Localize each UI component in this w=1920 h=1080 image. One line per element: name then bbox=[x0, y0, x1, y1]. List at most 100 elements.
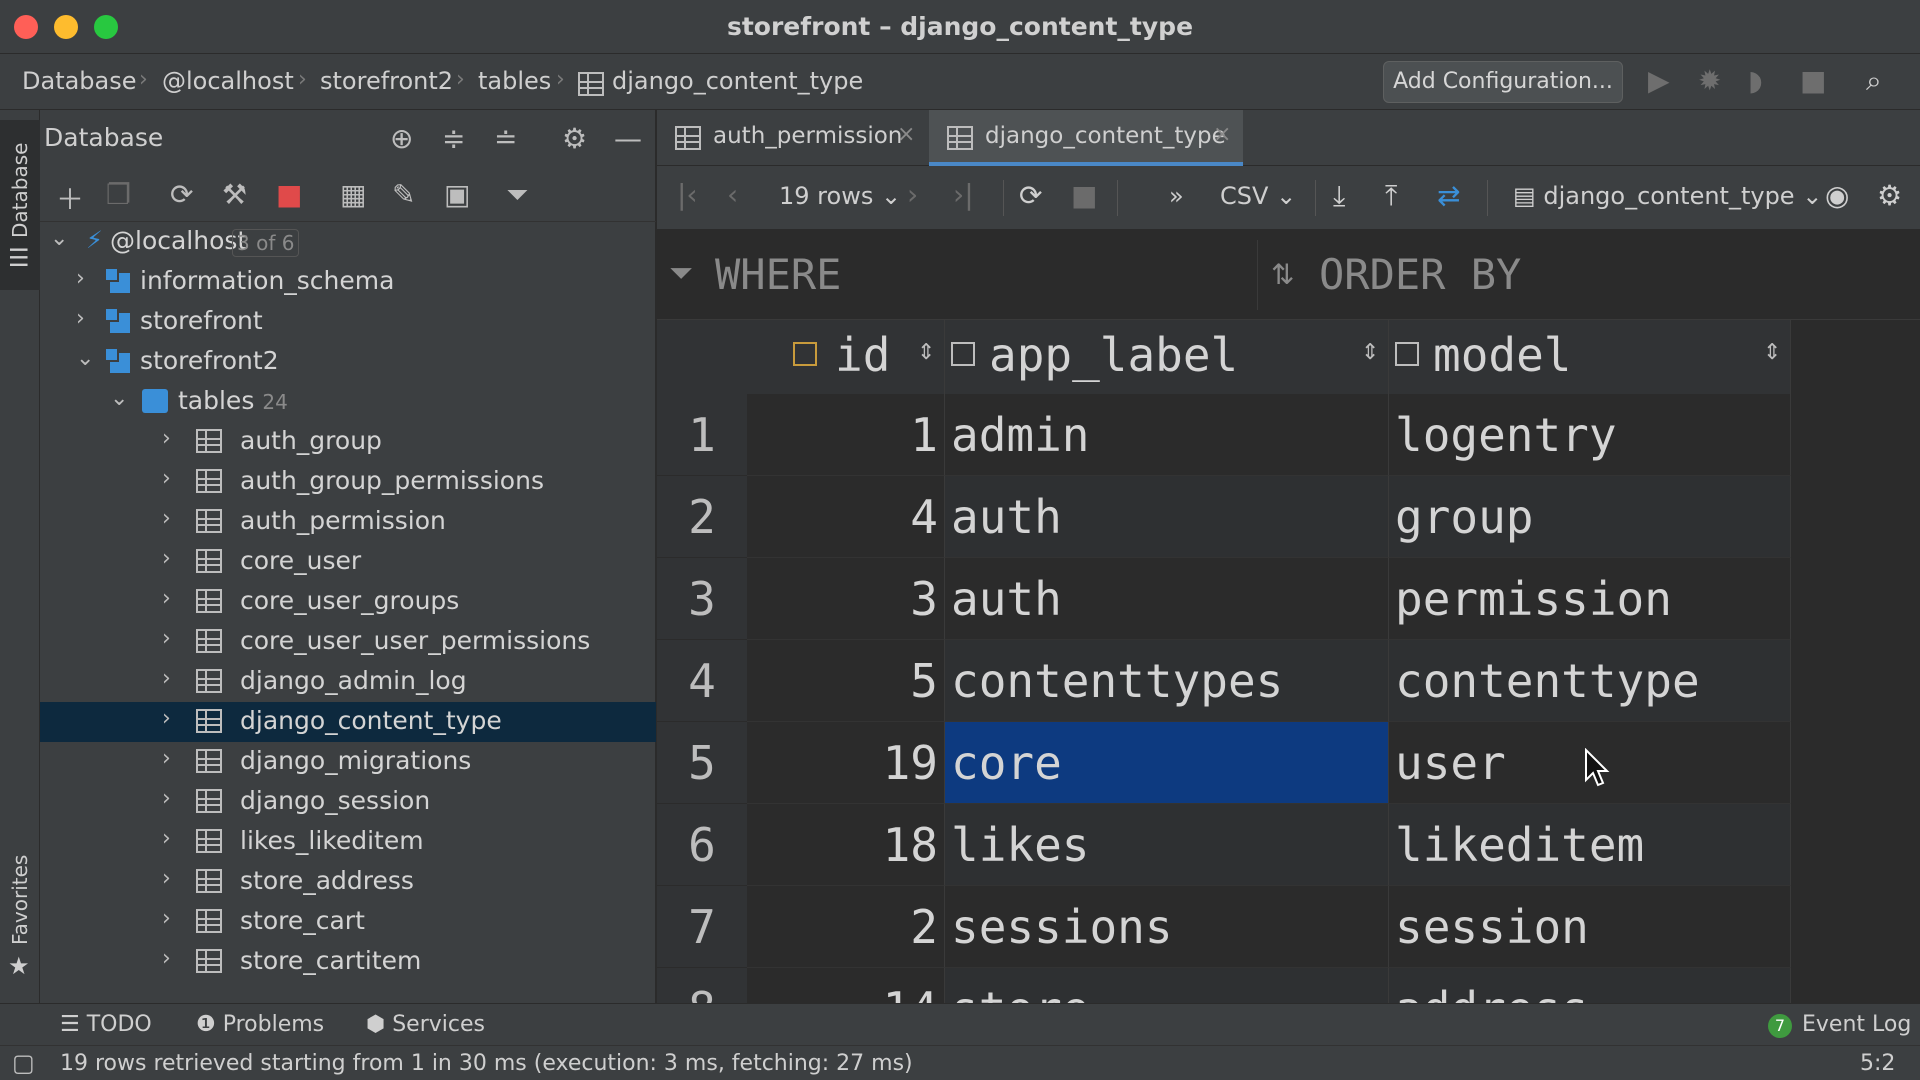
tree-item-table[interactable]: › core_user_user_permissions bbox=[40, 622, 656, 662]
locate-icon[interactable]: ⊕ bbox=[390, 122, 413, 155]
row-number[interactable]: 6 bbox=[657, 804, 747, 886]
refresh-icon[interactable]: ⟳ bbox=[1019, 179, 1042, 212]
tree-item-table[interactable]: › core_user_groups bbox=[40, 582, 656, 622]
chevron-right-icon[interactable]: › bbox=[162, 546, 171, 571]
table-view-icon[interactable]: ▦ bbox=[340, 178, 366, 211]
add-icon[interactable]: ＋ bbox=[56, 178, 84, 218]
chevron-down-icon[interactable]: ⌄ bbox=[50, 226, 68, 251]
view-icon[interactable]: ◉ bbox=[1825, 179, 1849, 212]
grid-cell-model[interactable]: logentry bbox=[1389, 394, 1791, 476]
tree-item-table[interactable]: › django_session bbox=[40, 782, 656, 822]
panel-toggle-icon[interactable]: ▢ bbox=[12, 1049, 35, 1077]
more-icon[interactable]: » bbox=[1169, 182, 1184, 210]
tree-item-schema[interactable]: ⌄ storefront2 bbox=[40, 342, 656, 382]
chevron-right-icon[interactable]: › bbox=[162, 866, 171, 891]
rows-count-dropdown[interactable]: 19 rows ⌄ bbox=[779, 182, 901, 210]
row-number[interactable]: 8 bbox=[657, 968, 747, 1003]
upload-icon[interactable]: ⤒ bbox=[1385, 179, 1397, 213]
stop-icon[interactable]: ■ bbox=[1071, 179, 1097, 212]
tree-item-table[interactable]: › store_address bbox=[40, 862, 656, 902]
column-header-model[interactable]: model ⇕ bbox=[1389, 320, 1791, 394]
tree-item-table[interactable]: › store_cartitem bbox=[40, 942, 656, 982]
row-number[interactable]: 3 bbox=[657, 558, 747, 640]
chevron-right-icon[interactable]: › bbox=[162, 826, 171, 851]
compare-icon[interactable]: ⇄ bbox=[1437, 179, 1460, 212]
gear-icon[interactable]: ⚙ bbox=[1877, 179, 1902, 212]
tree-item-table[interactable]: › core_user bbox=[40, 542, 656, 582]
chevron-right-icon[interactable]: › bbox=[76, 306, 85, 331]
tree-item-table[interactable]: › django_migrations bbox=[40, 742, 656, 782]
grid-cell-model[interactable]: contenttype bbox=[1389, 640, 1791, 722]
chevron-right-icon[interactable]: › bbox=[162, 666, 171, 691]
grid-cell-id[interactable]: 4 bbox=[747, 476, 945, 558]
duplicate-icon[interactable]: ❐ bbox=[106, 178, 131, 211]
tree-item-schema[interactable]: › information_schema bbox=[40, 262, 656, 302]
grid-cell-model[interactable]: likeditem bbox=[1389, 804, 1791, 886]
row-number[interactable]: 4 bbox=[657, 640, 747, 722]
close-icon[interactable]: × bbox=[1213, 122, 1231, 147]
row-number[interactable]: 2 bbox=[657, 476, 747, 558]
search-icon[interactable]: ⌕ bbox=[1866, 64, 1882, 98]
row-number[interactable]: 7 bbox=[657, 886, 747, 968]
breadcrumb-database[interactable]: Database bbox=[22, 67, 137, 95]
tree-item-table[interactable]: › auth_permission bbox=[40, 502, 656, 542]
close-icon[interactable]: × bbox=[897, 122, 915, 147]
filter-icon[interactable]: ⏷ bbox=[506, 178, 528, 212]
services-tool-button[interactable]: ⬢ Services bbox=[366, 1012, 485, 1037]
breadcrumb-schema[interactable]: storefront2 bbox=[320, 67, 453, 95]
chevron-right-icon[interactable]: › bbox=[162, 506, 171, 531]
grid-cell-app-label[interactable]: core bbox=[945, 722, 1389, 804]
previous-page-icon[interactable]: ‹ bbox=[727, 178, 738, 211]
chevron-right-icon[interactable]: › bbox=[162, 946, 171, 971]
grid-cell-app-label[interactable]: auth bbox=[945, 476, 1389, 558]
grid-cell-model[interactable]: address bbox=[1389, 968, 1791, 1003]
caret-position[interactable]: 5:2 bbox=[1860, 1051, 1895, 1076]
expand-all-icon[interactable]: ≑ bbox=[442, 122, 465, 155]
tree-item-table[interactable]: › django_admin_log bbox=[40, 662, 656, 702]
hide-panel-icon[interactable]: — bbox=[614, 122, 642, 155]
tree-item-schema[interactable]: › storefront bbox=[40, 302, 656, 342]
stop-icon[interactable]: ■ bbox=[276, 178, 302, 211]
row-number[interactable]: 1 bbox=[657, 394, 747, 476]
sort-toggle-icon[interactable]: ⇕ bbox=[1361, 340, 1379, 365]
tab-django-content-type[interactable]: django_content_type × bbox=[929, 110, 1243, 166]
order-by-input[interactable]: ORDER BY bbox=[1319, 250, 1521, 299]
grid-cell-id[interactable]: 1 bbox=[747, 394, 945, 476]
tree-item-table[interactable]: › likes_likeditem bbox=[40, 822, 656, 862]
breadcrumb-tables[interactable]: tables bbox=[478, 67, 551, 95]
grid-cell-id[interactable]: 19 bbox=[747, 722, 945, 804]
database-tool-tab[interactable]: Database ☰ bbox=[0, 120, 40, 290]
tree-item-tables-folder[interactable]: ⌄ tables 24 bbox=[40, 382, 656, 422]
grid-cell-app-label[interactable]: admin bbox=[945, 394, 1389, 476]
chevron-down-icon[interactable]: ⌄ bbox=[110, 386, 128, 411]
grid-cell-app-label[interactable]: sessions bbox=[945, 886, 1389, 968]
coverage-icon[interactable]: ◗ bbox=[1748, 64, 1763, 97]
chevron-right-icon[interactable]: › bbox=[162, 426, 171, 451]
stop-icon[interactable]: ■ bbox=[1800, 64, 1826, 97]
breadcrumb-table[interactable]: django_content_type bbox=[612, 67, 863, 95]
gear-icon[interactable]: ⚙ bbox=[562, 122, 587, 155]
tree-item-host[interactable]: ⌄ ⚡ @localhost 3 of 6 bbox=[40, 222, 656, 262]
last-page-icon[interactable]: ›| bbox=[953, 178, 974, 211]
todo-tool-button[interactable]: ☰ TODO bbox=[60, 1012, 152, 1037]
chevron-right-icon[interactable]: › bbox=[162, 626, 171, 651]
breadcrumb-host[interactable]: @localhost bbox=[162, 67, 294, 95]
chevron-right-icon[interactable]: › bbox=[76, 266, 85, 291]
console-icon[interactable]: ▣ bbox=[444, 178, 470, 211]
edit-icon[interactable]: ✎ bbox=[392, 178, 415, 211]
tree-item-table[interactable]: › auth_group_permissions bbox=[40, 462, 656, 502]
refresh-icon[interactable]: ⟳ bbox=[170, 178, 193, 211]
tree-item-table[interactable]: › auth_group bbox=[40, 422, 656, 462]
next-page-icon[interactable]: › bbox=[907, 178, 918, 211]
where-input[interactable]: WHERE bbox=[715, 250, 841, 299]
run-icon[interactable]: ▶ bbox=[1648, 64, 1670, 97]
problems-tool-button[interactable]: ❶ Problems bbox=[196, 1012, 324, 1037]
download-icon[interactable]: ⤓ bbox=[1333, 179, 1345, 213]
add-configuration-button[interactable]: Add Configuration... bbox=[1383, 61, 1623, 103]
schema-sync-icon[interactable]: ⚒ bbox=[222, 178, 247, 211]
column-header-id[interactable]: id ⇕ bbox=[747, 320, 945, 394]
tree-item-table[interactable]: › django_content_type bbox=[40, 702, 656, 742]
datasource-dropdown[interactable]: ▤ django_content_type ⌄ bbox=[1513, 182, 1822, 210]
grid-cell-app-label[interactable]: likes bbox=[945, 804, 1389, 886]
star-icon[interactable]: ★ bbox=[8, 952, 30, 980]
